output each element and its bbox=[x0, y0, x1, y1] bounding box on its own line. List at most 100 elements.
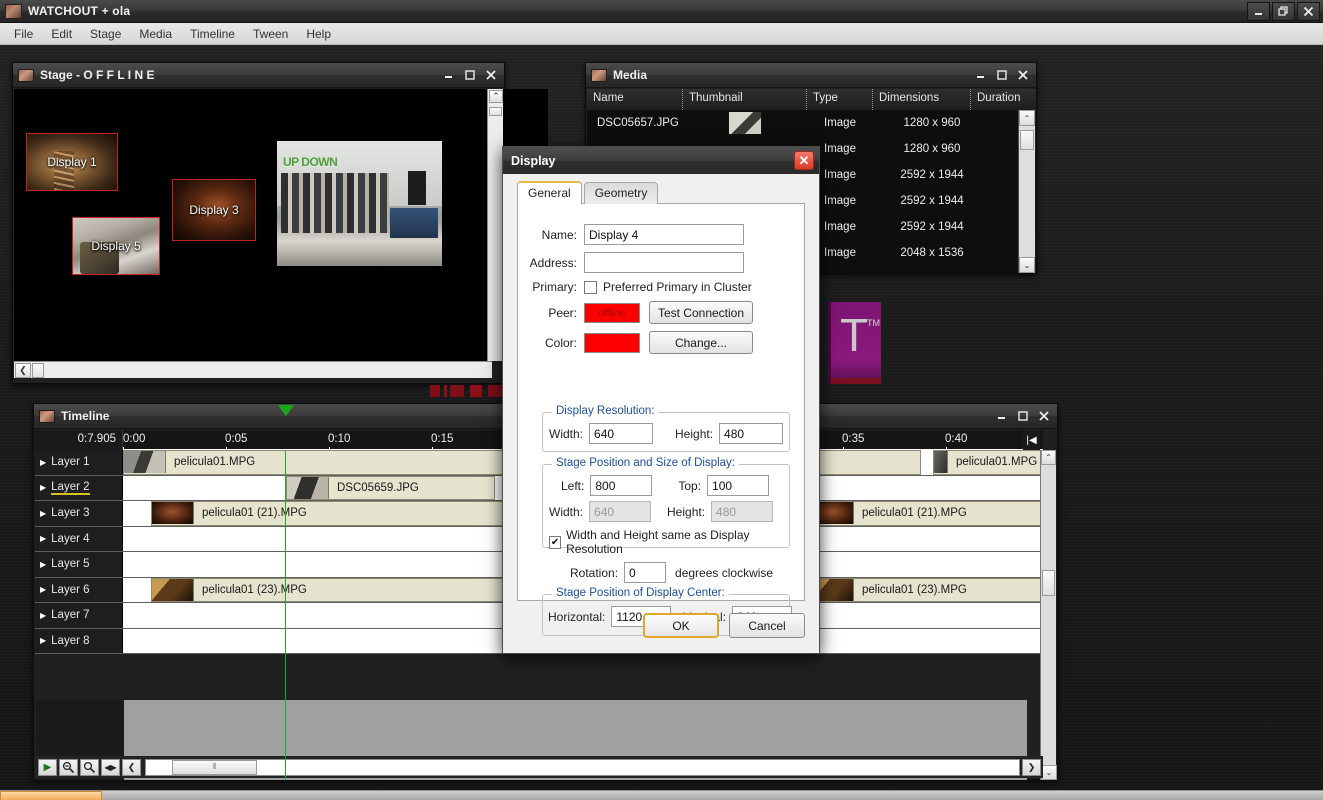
clip[interactable]: DSC05659.JPG bbox=[286, 476, 495, 501]
timeline-scroll-up-button[interactable]: ⌃ bbox=[1041, 450, 1056, 465]
tab-geometry[interactable]: Geometry bbox=[584, 182, 659, 204]
sidebar-item-layer-7[interactable]: ▶ Layer 7 bbox=[35, 603, 123, 628]
stage-top-input[interactable] bbox=[707, 475, 769, 496]
display-dialog-titlebar[interactable]: Display ✕ bbox=[503, 147, 819, 174]
minimize-icon[interactable] bbox=[1247, 2, 1270, 21]
media-vertical-scrollbar[interactable]: ⌃ ⌄ bbox=[1018, 110, 1035, 273]
media-scroll-up-button[interactable]: ⌃ bbox=[1019, 110, 1035, 126]
stage-horizontal-scrollbar[interactable]: ❮ bbox=[14, 361, 492, 378]
timeline-close-icon[interactable] bbox=[1035, 407, 1053, 424]
stage-scroll-up-button[interactable]: ⌃ bbox=[489, 90, 503, 103]
menu-media[interactable]: Media bbox=[130, 25, 181, 43]
display-5-label: Display 5 bbox=[91, 239, 140, 253]
menu-tween[interactable]: Tween bbox=[244, 25, 297, 43]
stage-vscroll-thumb[interactable] bbox=[489, 107, 502, 116]
resolution-height-input[interactable] bbox=[719, 423, 783, 444]
media-col-duration[interactable]: Duration bbox=[971, 89, 1036, 110]
menu-timeline[interactable]: Timeline bbox=[181, 25, 244, 43]
sidebar-item-layer-3[interactable]: ▶ Layer 3 bbox=[35, 501, 123, 526]
stage-display-1[interactable]: Display 1 bbox=[26, 133, 118, 191]
test-connection-button[interactable]: Test Connection bbox=[649, 301, 753, 324]
stage-maximize-icon[interactable] bbox=[461, 66, 479, 83]
tab-general[interactable]: General bbox=[517, 181, 582, 204]
change-color-button[interactable]: Change... bbox=[649, 331, 753, 354]
stage-canvas[interactable]: Display 1 Display 3 Display 5 UP DOWN bbox=[14, 89, 548, 361]
menu-stage[interactable]: Stage bbox=[81, 25, 130, 43]
display-1-label: Display 1 bbox=[47, 155, 96, 169]
media-maximize-icon[interactable] bbox=[993, 66, 1011, 83]
sidebar-item-layer-5[interactable]: ▶ Layer 5 bbox=[35, 552, 123, 577]
table-row[interactable]: DSC05657.JPG Image 1280 x 960 bbox=[587, 110, 1019, 136]
sidebar-item-layer-8[interactable]: ▶ Layer 8 bbox=[35, 629, 123, 654]
scroll-prev-button[interactable]: ❮ bbox=[122, 759, 141, 776]
stage-window-controls[interactable] bbox=[440, 66, 500, 83]
media-scroll-down-button[interactable]: ⌄ bbox=[1019, 257, 1035, 273]
clip[interactable]: pelicula01.MPG bbox=[933, 450, 1043, 475]
app-icon bbox=[5, 4, 22, 19]
timeline-vertical-scrollbar[interactable]: ⌃ ⌄ bbox=[1040, 450, 1056, 780]
clip[interactable]: pelicula01 (23).MPG bbox=[811, 578, 1043, 603]
media-col-type[interactable]: Type bbox=[807, 89, 873, 110]
sidebar-item-layer-4[interactable]: ▶ Layer 4 bbox=[35, 527, 123, 552]
clip[interactable]: pelicula01 (21).MPG bbox=[811, 501, 1043, 526]
clip[interactable]: pelicula01 (21).MPG bbox=[151, 501, 525, 526]
close-icon[interactable]: ✕ bbox=[794, 151, 814, 170]
main-window-controls[interactable] bbox=[1247, 2, 1320, 21]
sidebar-item-layer-2[interactable]: ▶ Layer 2 bbox=[35, 476, 123, 501]
preferred-primary-checkbox[interactable] bbox=[584, 281, 597, 294]
rotation-input[interactable] bbox=[624, 562, 666, 583]
zoom-in-button[interactable] bbox=[80, 759, 99, 776]
fit-width-button[interactable]: ◀▶ bbox=[101, 759, 120, 776]
address-input[interactable] bbox=[584, 252, 744, 273]
ok-button[interactable]: OK bbox=[643, 613, 719, 638]
zoom-out-button[interactable] bbox=[59, 759, 78, 776]
resolution-width-input[interactable] bbox=[589, 423, 653, 444]
stage-scroll-left-button[interactable]: ❮ bbox=[15, 363, 31, 378]
cancel-button[interactable]: Cancel bbox=[729, 613, 805, 638]
stage-display-5[interactable]: Display 5 bbox=[72, 217, 160, 275]
clip[interactable]: pelicula01 (23).MPG bbox=[151, 578, 525, 603]
rotation-row: Rotation: degrees clockwise bbox=[542, 562, 773, 583]
color-swatch[interactable] bbox=[584, 333, 640, 353]
timeline-horizontal-scrollbar[interactable]: ⦀ bbox=[145, 759, 1020, 776]
stage-titlebar[interactable]: Stage - O F F L I N E bbox=[13, 63, 504, 88]
name-input[interactable] bbox=[584, 224, 744, 245]
timeline-maximize-icon[interactable] bbox=[1014, 407, 1032, 424]
stage-vertical-scrollbar[interactable]: ⌃ bbox=[487, 89, 503, 361]
stage-position-size-legend: Stage Position and Size of Display: bbox=[552, 457, 739, 469]
timeline-scroll-down-button[interactable]: ⌄ bbox=[1041, 765, 1057, 780]
play-button[interactable]: ▶ bbox=[38, 759, 57, 776]
stage-top-label: Top: bbox=[678, 479, 701, 493]
close-icon[interactable] bbox=[1297, 2, 1320, 21]
media-window-controls[interactable] bbox=[972, 66, 1032, 83]
timeline-rewind-button[interactable]: |◀ bbox=[1023, 430, 1040, 450]
sidebar-item-layer-1[interactable]: ▶ Layer 1 bbox=[35, 450, 123, 475]
menu-file[interactable]: File bbox=[5, 25, 42, 43]
stage-minimize-icon[interactable] bbox=[440, 66, 458, 83]
menu-help[interactable]: Help bbox=[297, 25, 340, 43]
media-col-name[interactable]: Name bbox=[587, 89, 683, 110]
restore-icon[interactable] bbox=[1272, 2, 1295, 21]
stage-close-icon[interactable] bbox=[482, 66, 500, 83]
taskbar-item[interactable] bbox=[0, 791, 102, 800]
timeline-playhead-handle[interactable] bbox=[278, 405, 294, 416]
media-close-icon[interactable] bbox=[1014, 66, 1032, 83]
media-titlebar[interactable]: Media bbox=[586, 63, 1036, 88]
sidebar-item-layer-6[interactable]: ▶ Layer 6 bbox=[35, 578, 123, 603]
timeline-vscroll-thumb[interactable] bbox=[1042, 570, 1055, 596]
stage-preview-image[interactable]: UP DOWN bbox=[277, 141, 442, 266]
media-col-dimensions[interactable]: Dimensions bbox=[873, 89, 971, 110]
timeline-window-controls[interactable] bbox=[993, 407, 1053, 424]
stage-left-input[interactable] bbox=[590, 475, 652, 496]
media-minimize-icon[interactable] bbox=[972, 66, 990, 83]
logo-trademark: TM bbox=[867, 318, 880, 328]
timeline-hscroll-thumb[interactable]: ⦀ bbox=[172, 760, 257, 775]
scroll-next-button[interactable]: ❯ bbox=[1022, 759, 1041, 776]
media-col-thumbnail[interactable]: Thumbnail bbox=[683, 89, 807, 110]
stage-hscroll-thumb[interactable] bbox=[32, 363, 44, 378]
timeline-minimize-icon[interactable] bbox=[993, 407, 1011, 424]
menu-edit[interactable]: Edit bbox=[42, 25, 81, 43]
media-vscroll-thumb[interactable] bbox=[1020, 130, 1034, 150]
same-as-resolution-checkbox[interactable]: ✔ bbox=[549, 536, 561, 549]
stage-display-3[interactable]: Display 3 bbox=[172, 179, 256, 241]
